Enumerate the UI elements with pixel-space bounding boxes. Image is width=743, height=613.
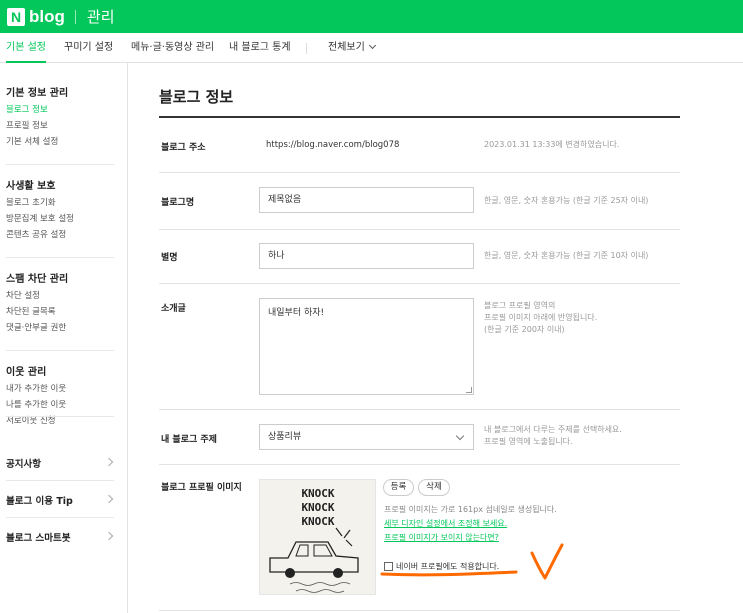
profile-image-preview: KNOCK KNOCK KNOCK xyxy=(259,479,376,595)
nav-divider xyxy=(306,43,307,54)
sidebar-divider xyxy=(6,517,114,518)
intro-text: 내일부터 하자! xyxy=(268,308,325,318)
blog-name-help: 한글, 영문, 숫자 혼용가능 (한글 기준 25자 이내) xyxy=(484,196,649,205)
sidebar-link-label: 블로그 이용 Tip xyxy=(6,496,73,507)
blog-name-input[interactable]: 제목없음 xyxy=(259,187,474,213)
sidebar-item-blog-info[interactable]: 블로그 정보 xyxy=(6,102,114,118)
naver-profile-apply-option[interactable]: 네이버 프로필에도 적용합니다. xyxy=(384,561,499,572)
intro-help: 블로그 프로필 영역의 프로필 이미지 아래에 반영됩니다. (한글 기준 20… xyxy=(484,300,597,336)
sidebar-link-label: 블로그 스마트봇 xyxy=(6,533,71,544)
label-blog-name: 블로그명 xyxy=(161,198,195,208)
register-image-button[interactable]: 등록 xyxy=(383,479,414,496)
sidebar-divider xyxy=(6,350,114,351)
header-divider xyxy=(74,9,76,24)
label-nickname: 별명 xyxy=(161,253,178,263)
topic-help: 내 블로그에서 다루는 주제를 선택하세요. 프로필 영역에 노출됩니다. xyxy=(484,424,622,448)
row-divider xyxy=(159,229,680,230)
logo-wordmark: blog xyxy=(29,6,65,26)
tab-basic-settings[interactable]: 기본 설정 xyxy=(6,33,46,63)
row-divider xyxy=(159,464,680,465)
title-rule xyxy=(159,116,680,118)
page-title: 블로그 정보 xyxy=(159,88,234,106)
sidebar-divider xyxy=(6,416,114,417)
sidebar-item-comment-permission[interactable]: 댓글·안부글 권한 xyxy=(6,320,114,336)
thumbnail-size-note: 프로필 이미지는 가로 161px 섬네일로 생성됩니다. xyxy=(384,505,557,514)
sidebar-item-blocked-posts[interactable]: 차단된 글목록 xyxy=(6,304,114,320)
intro-help-line: (한글 기준 200자 이내) xyxy=(484,325,565,334)
topic-help-line: 프로필 영역에 노출됩니다. xyxy=(484,437,573,446)
label-blog-address: 블로그 주소 xyxy=(161,143,206,153)
sidebar-item-blog-reset[interactable]: 블로그 초기화 xyxy=(6,195,114,211)
sidebar-link-label: 공지사항 xyxy=(6,459,41,470)
annotation-checkmark xyxy=(530,543,564,580)
sidebar-divider xyxy=(6,164,114,165)
row-divider xyxy=(159,409,680,410)
sidebar-group-privacy: 사생활 보호 블로그 초기화 방문집계 보호 설정 콘텐츠 공유 설정 xyxy=(6,177,114,243)
top-header: N blog 관리 xyxy=(0,0,743,33)
apply-naver-profile-checkbox[interactable] xyxy=(384,562,393,571)
sidebar-divider xyxy=(6,480,114,481)
chevron-down-icon xyxy=(455,431,465,441)
sidebar-link-notice[interactable]: 공지사항 xyxy=(6,456,114,470)
tab-view-all-label: 전체보기 xyxy=(328,42,365,53)
chevron-down-icon xyxy=(368,41,376,50)
label-blog-topic: 내 블로그 주제 xyxy=(161,435,217,445)
drawing-text: KNOCK xyxy=(301,501,334,514)
sidebar-group-title: 기본 정보 관리 xyxy=(6,88,69,99)
sidebar-link-tips[interactable]: 블로그 이용 Tip xyxy=(6,493,114,507)
sidebar-group-basic-info: 기본 정보 관리 블로그 정보 프로필 정보 기본 서체 설정 xyxy=(6,84,114,150)
sidebar-group-title: 스팸 차단 관리 xyxy=(6,274,69,285)
naver-n-icon: N xyxy=(7,7,25,26)
annotation-underline xyxy=(380,570,518,577)
knock-drawing-image: KNOCK KNOCK KNOCK xyxy=(269,487,359,593)
settings-nav: 기본 설정 꾸미기 설정 메뉴·글·동영상 관리 내 블로그 통계 전체보기 xyxy=(0,33,743,63)
intro-help-line: 프로필 이미지 아래에 반영됩니다. xyxy=(484,313,598,322)
topic-select[interactable]: 상품리뷰 xyxy=(259,424,474,450)
address-changed-note: 2023.01.31 13:33에 변경하였습니다. xyxy=(484,140,620,149)
sidebar-item-profile-info[interactable]: 프로필 정보 xyxy=(6,118,114,134)
row-divider xyxy=(159,283,680,284)
intro-textarea[interactable]: 내일부터 하자! xyxy=(259,298,474,395)
sidebar-item-content-sharing[interactable]: 콘텐츠 공유 설정 xyxy=(6,227,114,243)
sidebar-item-visit-count-protect[interactable]: 방문집계 보호 설정 xyxy=(6,211,114,227)
sidebar: 기본 정보 관리 블로그 정보 프로필 정보 기본 서체 설정 사생활 보호 블… xyxy=(0,63,128,613)
image-not-showing-link[interactable]: 프로필 이미지가 보이지 않는다면? xyxy=(384,532,499,543)
delete-image-button[interactable]: 삭제 xyxy=(418,479,450,496)
chevron-right-icon xyxy=(104,494,114,504)
label-profile-image: 블로그 프로필 이미지 xyxy=(161,483,242,493)
label-intro: 소개글 xyxy=(161,304,186,314)
drawing-text: KNOCK xyxy=(301,487,334,500)
topic-help-line: 내 블로그에서 다루는 주제를 선택하세요. xyxy=(484,425,622,434)
chevron-right-icon xyxy=(104,457,114,467)
tab-blog-stats[interactable]: 내 블로그 통계 xyxy=(229,33,291,63)
resize-handle-icon[interactable] xyxy=(466,387,472,393)
sidebar-item-block-settings[interactable]: 차단 설정 xyxy=(6,288,114,304)
sidebar-item-default-font[interactable]: 기본 서체 설정 xyxy=(6,134,114,150)
sidebar-group-spam: 스팸 차단 관리 차단 설정 차단된 글목록 댓글·안부글 권한 xyxy=(6,270,114,336)
blog-address-value: https://blog.naver.com/blog078 xyxy=(266,140,400,150)
topic-selected-value: 상품리뷰 xyxy=(268,432,302,442)
row-divider xyxy=(159,610,680,611)
sidebar-item-my-neighbors[interactable]: 내가 추가한 이웃 xyxy=(6,381,114,397)
row-divider xyxy=(159,172,680,173)
tab-view-all[interactable]: 전체보기 xyxy=(328,33,376,63)
naver-blog-logo[interactable]: N blog xyxy=(7,7,65,27)
sidebar-item-followers[interactable]: 나를 추가한 이웃 xyxy=(6,397,114,413)
nickname-help: 한글, 영문, 숫자 혼용가능 (한글 기준 10자 이내) xyxy=(484,251,649,260)
sidebar-group-title: 이웃 관리 xyxy=(6,367,47,378)
sidebar-group-title: 사생활 보호 xyxy=(6,181,56,192)
chevron-right-icon xyxy=(104,531,114,541)
sidebar-group-neighbors: 이웃 관리 내가 추가한 이웃 나를 추가한 이웃 서로이웃 신청 xyxy=(6,363,114,429)
checkbox-label: 네이버 프로필에도 적용합니다. xyxy=(396,562,500,571)
drawing-text: KNOCK xyxy=(301,515,334,528)
design-settings-link[interactable]: 세부 디자인 설정에서 조정해 보세요. xyxy=(384,518,507,529)
sidebar-divider xyxy=(6,257,114,258)
sidebar-link-smartbot[interactable]: 블로그 스마트봇 xyxy=(6,530,114,544)
intro-help-line: 블로그 프로필 영역의 xyxy=(484,301,556,310)
tab-menu-post-video[interactable]: 메뉴·글·동영상 관리 xyxy=(131,33,214,63)
nickname-input[interactable]: 하나 xyxy=(259,243,474,269)
tab-decoration-settings[interactable]: 꾸미기 설정 xyxy=(64,33,113,63)
header-title: 관리 xyxy=(86,8,115,26)
